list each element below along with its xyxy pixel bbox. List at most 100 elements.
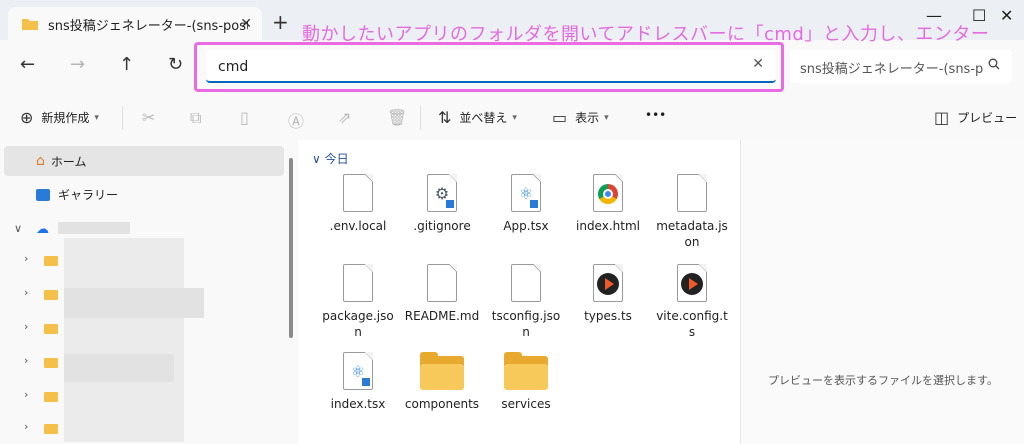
file-item[interactable]: vite.config.ts bbox=[654, 264, 730, 340]
gear-file-icon: ⚙ bbox=[427, 174, 457, 212]
chevron-down-icon[interactable]: ∨ bbox=[14, 222, 22, 235]
clipboard-icon: ▯ bbox=[240, 108, 249, 127]
file-item[interactable]: ⚛ App.tsx bbox=[488, 174, 564, 234]
search-icon bbox=[988, 58, 1000, 74]
cut-button[interactable]: ✂ bbox=[142, 108, 163, 127]
document-icon bbox=[427, 264, 457, 302]
preview-pane: プレビューを表示するファイルを選択します。 bbox=[740, 140, 1024, 444]
folder-icon bbox=[44, 256, 58, 266]
preview-button[interactable]: ◫ プレビュー bbox=[934, 108, 1017, 127]
file-list: ∨ 今日 .env.local ⚙ .gitignore ⚛ App.tsx i… bbox=[298, 140, 740, 444]
folder-icon bbox=[22, 18, 38, 30]
file-name: .env.local bbox=[329, 219, 387, 233]
rename-button[interactable]: Ⓐ bbox=[288, 108, 312, 132]
rename-icon: Ⓐ bbox=[288, 112, 305, 131]
preview-label: プレビュー bbox=[957, 111, 1018, 125]
chrome-icon bbox=[593, 174, 623, 212]
file-name: index.html bbox=[576, 219, 640, 233]
file-item[interactable]: .env.local bbox=[320, 174, 396, 234]
file-name: types.ts bbox=[584, 309, 632, 323]
document-icon bbox=[511, 264, 541, 302]
chevron-right-icon[interactable]: › bbox=[24, 354, 28, 367]
view-icon: ▭ bbox=[552, 108, 568, 127]
divider bbox=[122, 106, 123, 130]
file-item[interactable]: tsconfig.json bbox=[488, 264, 564, 340]
file-item[interactable]: README.md bbox=[404, 264, 480, 324]
folder-icon bbox=[44, 290, 58, 300]
new-label: 新規作成 bbox=[41, 111, 90, 125]
chevron-right-icon[interactable]: › bbox=[24, 420, 28, 433]
sidebar-item-label: ギャラリー bbox=[58, 188, 119, 202]
file-name: vite.config.ts bbox=[656, 309, 728, 339]
redacted-folders bbox=[64, 238, 184, 442]
sidebar-item-home[interactable]: ⌂ ホーム bbox=[4, 146, 284, 176]
scissors-icon: ✂ bbox=[142, 108, 156, 127]
close-button[interactable]: ✕ bbox=[1000, 6, 1013, 25]
folder-icon bbox=[44, 358, 58, 368]
chevron-down-icon: ▾ bbox=[512, 112, 517, 123]
folder-icon bbox=[504, 352, 548, 390]
file-item[interactable]: ⚙ .gitignore bbox=[404, 174, 480, 234]
tab-close-icon[interactable]: ✕ bbox=[240, 16, 252, 32]
sidebar-item-gallery[interactable]: ギャラリー bbox=[36, 186, 118, 203]
chevron-right-icon[interactable]: › bbox=[24, 252, 28, 265]
up-button[interactable]: ↑ bbox=[119, 54, 134, 75]
add-icon: ⊕ bbox=[20, 108, 34, 127]
document-icon bbox=[343, 264, 373, 302]
file-name: tsconfig.json bbox=[491, 309, 561, 339]
file-item[interactable]: index.html bbox=[570, 174, 646, 234]
react-file-icon: ⚛ bbox=[343, 352, 373, 390]
sidebar-item-label: ホーム bbox=[50, 154, 87, 169]
gallery-icon bbox=[36, 188, 50, 201]
folder-item[interactable]: components bbox=[404, 352, 480, 412]
new-tab-button[interactable]: + bbox=[272, 12, 289, 32]
share-button[interactable]: ⇗ bbox=[338, 108, 359, 127]
chevron-right-icon[interactable]: › bbox=[24, 320, 28, 333]
file-name: .gitignore bbox=[413, 219, 471, 233]
sort-icon: ⇅ bbox=[438, 108, 452, 127]
preview-pane-icon: ◫ bbox=[934, 108, 950, 127]
search-box[interactable]: sns投稿ジェネレーター-(sns-p bbox=[790, 50, 1012, 83]
folder-icon bbox=[44, 392, 58, 402]
group-label: 今日 bbox=[324, 152, 349, 166]
tab-title: sns投稿ジェネレーター-(sns-post-g bbox=[48, 18, 248, 34]
delete-button[interactable]: 🗑 bbox=[387, 108, 415, 127]
document-icon bbox=[677, 174, 707, 212]
folder-icon bbox=[420, 352, 464, 390]
folder-item[interactable]: services bbox=[488, 352, 564, 412]
cloud-icon: ☁ bbox=[36, 222, 49, 237]
sort-button[interactable]: ⇅ 並べ替え ▾ bbox=[438, 108, 517, 127]
chevron-right-icon[interactable]: › bbox=[24, 286, 28, 299]
more-button[interactable]: ••• bbox=[645, 108, 666, 122]
folder-name: components bbox=[404, 397, 480, 411]
file-name: metadata.json bbox=[656, 219, 728, 249]
tab-current[interactable]: sns投稿ジェネレーター-(sns-post-g ✕ bbox=[8, 7, 262, 41]
group-header[interactable]: ∨ 今日 bbox=[312, 150, 349, 167]
file-name: index.tsx bbox=[330, 397, 386, 411]
copy-icon: ⧉ bbox=[190, 108, 202, 127]
copy-button[interactable]: ⧉ bbox=[190, 108, 209, 128]
file-item[interactable]: metadata.json bbox=[654, 174, 730, 250]
annotation-highlight-box bbox=[194, 42, 784, 92]
folder-name: services bbox=[501, 397, 551, 411]
sidebar-scrollbar[interactable] bbox=[289, 158, 293, 338]
chevron-right-icon[interactable]: › bbox=[24, 388, 28, 401]
media-play-icon bbox=[677, 264, 707, 302]
preview-message: プレビューを表示するファイルを選択します。 bbox=[768, 374, 998, 387]
paste-button[interactable]: ▯ bbox=[240, 108, 257, 127]
file-name: README.md bbox=[404, 309, 480, 323]
annotation-text: 動かしたいアプリのフォルダを開いてアドレスバーに「cmd」と入力し、エンター bbox=[302, 24, 990, 45]
back-button[interactable]: ← bbox=[20, 54, 35, 75]
file-item[interactable]: package.json bbox=[320, 264, 396, 340]
file-item[interactable]: ⚛ index.tsx bbox=[320, 352, 396, 412]
view-button[interactable]: ▭ 表示 ▾ bbox=[552, 108, 609, 127]
chevron-down-icon: ∨ bbox=[312, 152, 325, 166]
share-icon: ⇗ bbox=[338, 108, 352, 127]
document-icon bbox=[343, 174, 373, 212]
refresh-button[interactable]: ↻ bbox=[168, 54, 183, 75]
trash-icon: 🗑 bbox=[387, 108, 408, 127]
new-button[interactable]: ⊕ 新規作成 ▾ bbox=[20, 108, 99, 127]
forward-button[interactable]: → bbox=[70, 54, 85, 75]
chevron-down-icon: ▾ bbox=[94, 112, 99, 123]
file-item[interactable]: types.ts bbox=[570, 264, 646, 324]
